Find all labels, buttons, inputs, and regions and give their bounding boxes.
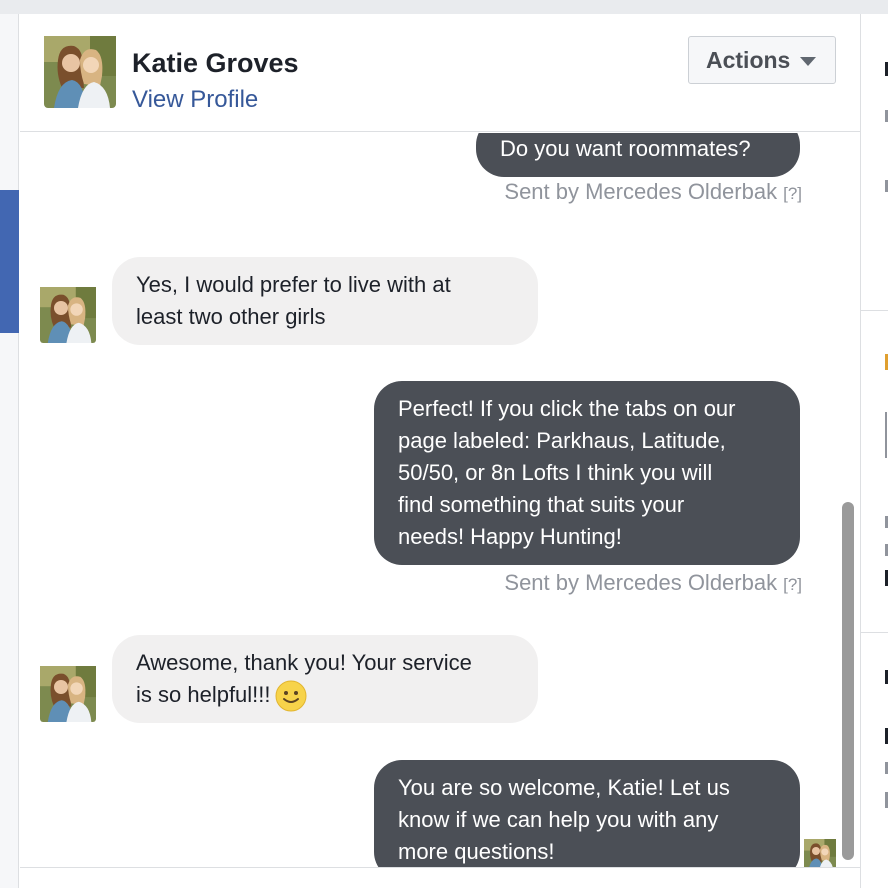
seen-indicator-avatar bbox=[804, 839, 836, 867]
top-strip bbox=[0, 0, 888, 14]
message-composer[interactable] bbox=[20, 868, 860, 888]
message-text: Do you want roommates? bbox=[500, 136, 751, 161]
caret-down-icon bbox=[800, 56, 817, 66]
message-line: more questions! bbox=[398, 839, 555, 864]
message-line: Awesome, thank you! Your service bbox=[136, 650, 472, 675]
view-profile-link[interactable]: View Profile bbox=[132, 86, 258, 114]
message-line: Perfect! If you click the tabs on our bbox=[398, 396, 736, 421]
conversation-panel: Katie Groves View Profile Actions Do you… bbox=[20, 14, 860, 888]
message-line: find something that suits your bbox=[398, 492, 685, 517]
message-line: You are so welcome, Katie! Let us bbox=[398, 775, 730, 800]
message-thread-scrollbar[interactable] bbox=[842, 502, 854, 860]
contact-avatar[interactable] bbox=[44, 36, 116, 108]
message-line: least two other girls bbox=[136, 304, 326, 329]
sent-by-label: Sent by Mercedes Olderbak [?] bbox=[504, 570, 802, 595]
left-sidebar-selected-item[interactable] bbox=[0, 190, 19, 333]
right-panel-edge bbox=[860, 14, 888, 888]
message-line: needs! Happy Hunting! bbox=[398, 524, 622, 549]
slightly-smiling-face-icon bbox=[275, 680, 307, 712]
outgoing-message: Do you want roommates? bbox=[476, 133, 800, 177]
incoming-message: Yes, I would prefer to live with at leas… bbox=[112, 257, 538, 345]
sent-by-label: Sent by Mercedes Olderbak [?] bbox=[504, 179, 802, 204]
contact-avatar-small[interactable] bbox=[40, 287, 96, 343]
left-sidebar-edge bbox=[0, 14, 19, 888]
message-line-with-emoji: is so helpful!!! bbox=[136, 679, 514, 712]
help-link[interactable]: [?] bbox=[783, 575, 802, 594]
message-line: know if we can help you with any bbox=[398, 807, 719, 832]
incoming-message: Awesome, thank you! Your service is so h… bbox=[112, 635, 538, 723]
contact-avatar-small[interactable] bbox=[40, 666, 96, 722]
message-line: page labeled: Parkhaus, Latitude, bbox=[398, 428, 726, 453]
message-line: Yes, I would prefer to live with at bbox=[136, 272, 451, 297]
help-link[interactable]: [?] bbox=[783, 184, 802, 203]
message-line: 50/50, or 8n Lofts I think you will bbox=[398, 460, 713, 485]
contact-name: Katie Groves bbox=[132, 48, 299, 78]
outgoing-message: Perfect! If you click the tabs on our pa… bbox=[374, 381, 800, 565]
message-thread: Do you want roommates? Sent by Mercedes … bbox=[20, 133, 860, 867]
actions-dropdown-button[interactable]: Actions bbox=[688, 36, 836, 84]
outgoing-message: You are so welcome, Katie! Let us know i… bbox=[374, 760, 800, 867]
conversation-header: Katie Groves View Profile Actions bbox=[20, 14, 860, 132]
actions-label: Actions bbox=[706, 46, 791, 73]
